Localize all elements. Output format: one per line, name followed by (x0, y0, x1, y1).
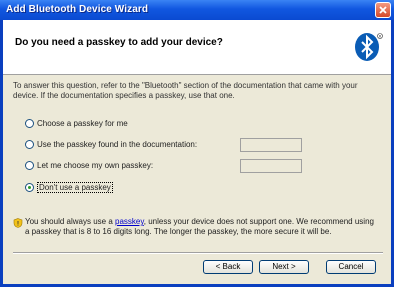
back-button[interactable]: < Back (203, 260, 253, 274)
own-passkey-field[interactable] (240, 159, 302, 173)
cancel-button[interactable]: Cancel (326, 260, 376, 274)
wizard-body: Do you need a passkey to add your device… (3, 20, 391, 284)
option-label: Use the passkey found in the documentati… (37, 140, 198, 149)
next-button[interactable]: Next > (259, 260, 309, 274)
passkey-info: You should always use a passkey, unless … (25, 217, 375, 237)
page-heading: Do you need a passkey to add your device… (15, 37, 223, 48)
passkey-link[interactable]: passkey (115, 217, 144, 226)
bluetooth-icon: R (355, 33, 383, 61)
radio-no-passkey[interactable] (25, 183, 34, 192)
title-bar[interactable]: Add Bluetooth Device Wizard (0, 0, 394, 20)
documentation-passkey-field[interactable] (240, 138, 302, 152)
radio-choose-passkey[interactable] (25, 119, 34, 128)
option-documentation-passkey[interactable]: Use the passkey found in the documentati… (25, 140, 197, 149)
footer-divider (13, 252, 383, 254)
wizard-window: Add Bluetooth Device Wizard Do you need … (0, 0, 394, 287)
warning-shield-icon: ! (13, 218, 23, 228)
wizard-header: Do you need a passkey to add your device… (3, 20, 391, 75)
option-choose-passkey[interactable]: Choose a passkey for me (25, 119, 128, 128)
option-label: Choose a passkey for me (37, 119, 128, 128)
svg-text:!: ! (17, 222, 19, 228)
window-title: Add Bluetooth Device Wizard (6, 4, 149, 15)
option-no-passkey[interactable]: Don't use a passkey (25, 182, 113, 193)
close-button[interactable] (375, 2, 391, 18)
info-before: You should always use a (25, 217, 115, 226)
option-own-passkey[interactable]: Let me choose my own passkey: (25, 161, 153, 170)
radio-documentation-passkey[interactable] (25, 140, 34, 149)
radio-own-passkey[interactable] (25, 161, 34, 170)
option-label: Let me choose my own passkey: (37, 161, 154, 170)
intro-text: To answer this question, refer to the "B… (13, 81, 358, 100)
close-icon (379, 6, 387, 14)
option-label: Don't use a passkey (37, 182, 113, 193)
